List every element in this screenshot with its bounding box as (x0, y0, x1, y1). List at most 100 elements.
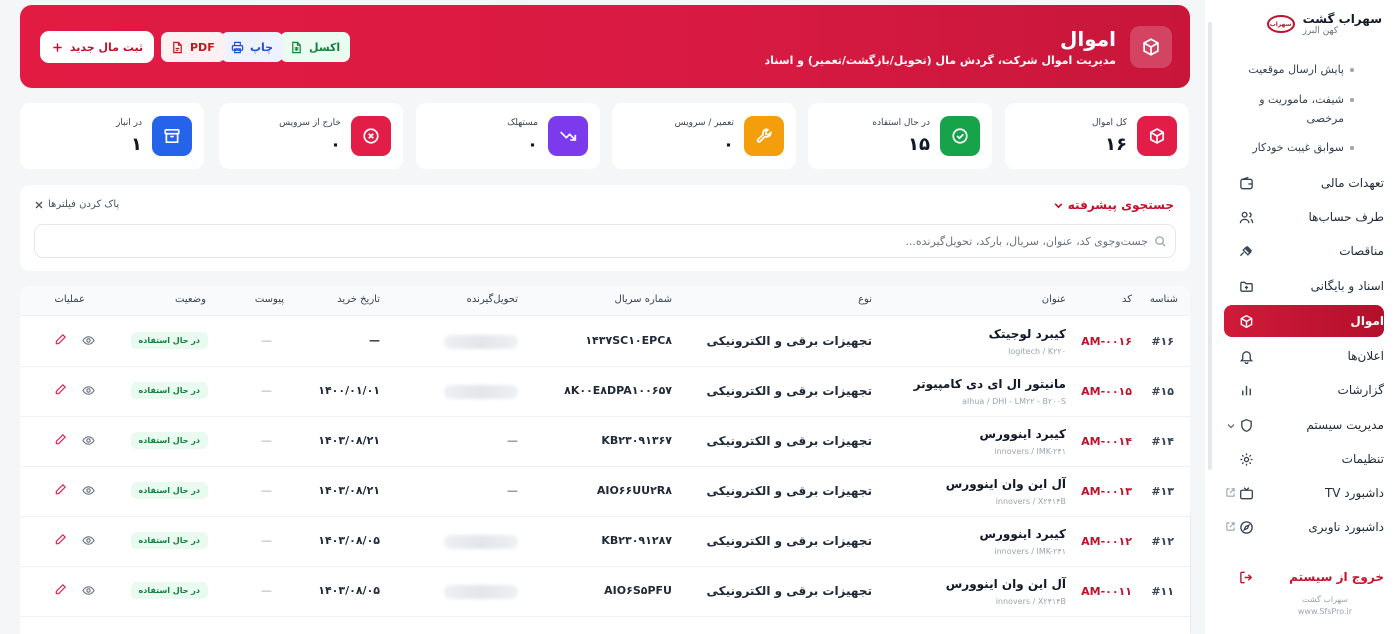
stat-label: مستهلک (507, 118, 538, 128)
row-title[interactable]: آل این وان اینوورس (946, 577, 1066, 591)
row-code[interactable]: AM-۰۰۱۶ (1081, 335, 1132, 348)
export-excel-button[interactable]: اکسل (280, 32, 351, 62)
sidebar-scrollbar[interactable] (1208, 22, 1212, 470)
column-header-serial[interactable]: شماره سریال (615, 294, 672, 305)
status-badge: در حال استفاده (130, 482, 208, 499)
column-header-date[interactable]: تاریخ خرید (337, 294, 380, 305)
row-attachment: — (261, 434, 272, 447)
table-row[interactable]: #۱۱ AM-۰۰۱۱ آل این وان اینوورس innovers / X… (20, 567, 1190, 617)
sidebar-item-documents[interactable]: اسناد و بایگانی (1224, 271, 1384, 301)
view-icon[interactable] (81, 484, 95, 498)
row-title[interactable]: مانیتور ال ای دی کامپیوتر (914, 377, 1066, 391)
row-receiver: — (507, 434, 518, 447)
row-title[interactable]: کیبرد اینوورس (979, 527, 1066, 541)
row-code[interactable]: AM-۰۰۱۲ (1081, 535, 1132, 548)
table-row[interactable]: #۱۲ AM-۰۰۱۲ کیبرد اینوورس innovers / IMK-۲۴… (20, 517, 1190, 567)
sidebar-item-settings[interactable]: تنظیمات (1224, 444, 1384, 474)
row-code[interactable]: AM-۰۰۱۱ (1081, 585, 1132, 598)
column-header-attachment[interactable]: پیوست (255, 294, 284, 305)
stat-value: ۰ (723, 134, 734, 155)
sidebar-item-notifications[interactable]: اعلان‌ها (1224, 341, 1384, 371)
row-id: #۱۶ (1151, 335, 1174, 348)
sidebar-item-nav-dashboard[interactable]: داشبورد ناوبری (1224, 512, 1384, 542)
external-link-icon (1224, 487, 1236, 499)
row-title[interactable]: آل این وان اینوورس (946, 477, 1066, 491)
column-header-title[interactable]: عنوان (1042, 294, 1066, 305)
column-header-receiver[interactable]: تحویل‌گیرنده (467, 294, 518, 305)
sidebar-item-tenders[interactable]: مناقصات (1224, 236, 1384, 266)
sidebar-subitem-location[interactable]: پایش ارسال موقعیت (1234, 60, 1354, 79)
row-type: تجهیزات برقی و الکترونیکی (706, 434, 872, 448)
row-type: تجهیزات برقی و الکترونیکی (706, 484, 872, 498)
sidebar-item-system-admin[interactable]: مدیریت سیستم (1224, 410, 1384, 440)
edit-icon[interactable] (53, 333, 67, 347)
stat-value: ۰ (527, 134, 538, 155)
advanced-search-toggle[interactable]: جستجوی پیشرفته (1053, 198, 1174, 212)
stat-label: در حال استفاده (872, 118, 930, 128)
row-type: تجهیزات برقی و الکترونیکی (706, 534, 872, 548)
row-title[interactable]: کیبرد لوجیتک (989, 327, 1066, 341)
clear-filters-button[interactable]: پاک کردن فیلترها (34, 199, 119, 210)
row-purchase-date: ۱۴۰۳/۰۸/۰۵ (318, 534, 380, 547)
row-code[interactable]: AM-۰۰۱۳ (1081, 485, 1132, 498)
edit-icon[interactable] (53, 383, 67, 397)
sidebar-item-finance[interactable]: تعهدات مالی (1224, 168, 1384, 198)
sidebar-item-assets[interactable]: اموال (1224, 305, 1384, 337)
sidebar-item-label: اموال (1350, 314, 1384, 328)
table-row[interactable]: #۱۶ AM-۰۰۱۶ کیبرد لوجیتک logitech / K۲۲۰ تجه… (20, 317, 1190, 367)
column-header-type[interactable]: نوع (858, 294, 872, 305)
view-icon[interactable] (81, 434, 95, 448)
row-receiver-redacted (444, 535, 518, 549)
edit-icon[interactable] (53, 533, 67, 547)
edit-icon[interactable] (53, 583, 67, 597)
row-id: #۱۱ (1151, 585, 1174, 598)
row-model: innovers / X۲۴۱۴B (995, 597, 1066, 606)
row-attachment: — (261, 334, 272, 347)
bullet-icon (1350, 146, 1354, 150)
column-header-code[interactable]: کد (1122, 294, 1132, 305)
row-id: #۱۳ (1151, 485, 1174, 498)
row-title[interactable]: کیبرد اینوورس (979, 427, 1066, 441)
row-receiver-redacted (444, 585, 518, 599)
logout-button[interactable]: خروج از سیستم (1224, 562, 1384, 592)
column-header-id[interactable]: شناسه (1150, 294, 1178, 305)
sidebar-subitem-absence[interactable]: سوابق غیبت خودکار (1234, 138, 1354, 157)
row-model: innovers / X۲۴۱۴B (995, 497, 1066, 506)
edit-icon[interactable] (53, 483, 67, 497)
row-serial: ۸K۰۰E۸DPA۱۰۰۶۵۷ (564, 384, 672, 397)
external-link-icon (1224, 521, 1236, 533)
sidebar-item-label: طرف حساب‌ها (1308, 210, 1385, 224)
table-row[interactable]: #۱۵ AM-۰۰۱۵ مانیتور ال ای دی کامپیوتر alhua… (20, 367, 1190, 417)
row-code[interactable]: AM-۰۰۱۵ (1081, 385, 1132, 398)
column-header-status[interactable]: وضعیت (175, 294, 206, 305)
table-row[interactable]: #۱۴ AM-۰۰۱۴ کیبرد اینوورس innovers / IMK-۲۴… (20, 417, 1190, 467)
search-panel: جستجوی پیشرفته پاک کردن فیلترها (20, 185, 1190, 271)
row-code[interactable]: AM-۰۰۱۴ (1081, 435, 1132, 448)
view-icon[interactable] (81, 584, 95, 598)
sidebar-item-tv-dashboard[interactable]: داشبورد TV (1224, 478, 1384, 508)
stat-repair: تعمیر / سرویس ۰ (612, 103, 796, 169)
add-asset-button[interactable]: ثبت مال جدید (40, 31, 154, 63)
sidebar-item-reports[interactable]: گزارشات (1224, 375, 1384, 405)
row-purchase-date: ۱۴۰۳/۰۸/۲۱ (318, 484, 380, 497)
row-model: innovers / IMK-۲۴۱ (994, 547, 1066, 556)
sidebar-subitem-shift[interactable]: شیفت، ماموریت و مرخصی (1234, 90, 1354, 128)
brand: سهراب گشت کهن البرز سهراب (1266, 12, 1382, 36)
status-badge: در حال استفاده (130, 382, 208, 399)
view-icon[interactable] (81, 334, 95, 348)
print-button[interactable]: چاپ (221, 32, 284, 62)
file-pdf-icon (173, 41, 182, 53)
export-pdf-button[interactable]: PDF (161, 32, 225, 62)
sidebar-item-accounts[interactable]: طرف حساب‌ها (1224, 202, 1384, 232)
chevron-down-icon (1054, 202, 1063, 208)
logout-icon (1238, 569, 1254, 585)
search-input[interactable] (43, 234, 1148, 248)
brand-name: سهراب گشت (1302, 12, 1382, 26)
row-attachment: — (261, 534, 272, 547)
view-icon[interactable] (81, 534, 95, 548)
view-icon[interactable] (81, 384, 95, 398)
table-row[interactable]: #۱۳ AM-۰۰۱۳ آل این وان اینوورس innovers / X… (20, 467, 1190, 517)
page-title: اموال (1060, 27, 1116, 51)
logout-label: خروج از سیستم (1289, 570, 1384, 584)
edit-icon[interactable] (53, 433, 67, 447)
